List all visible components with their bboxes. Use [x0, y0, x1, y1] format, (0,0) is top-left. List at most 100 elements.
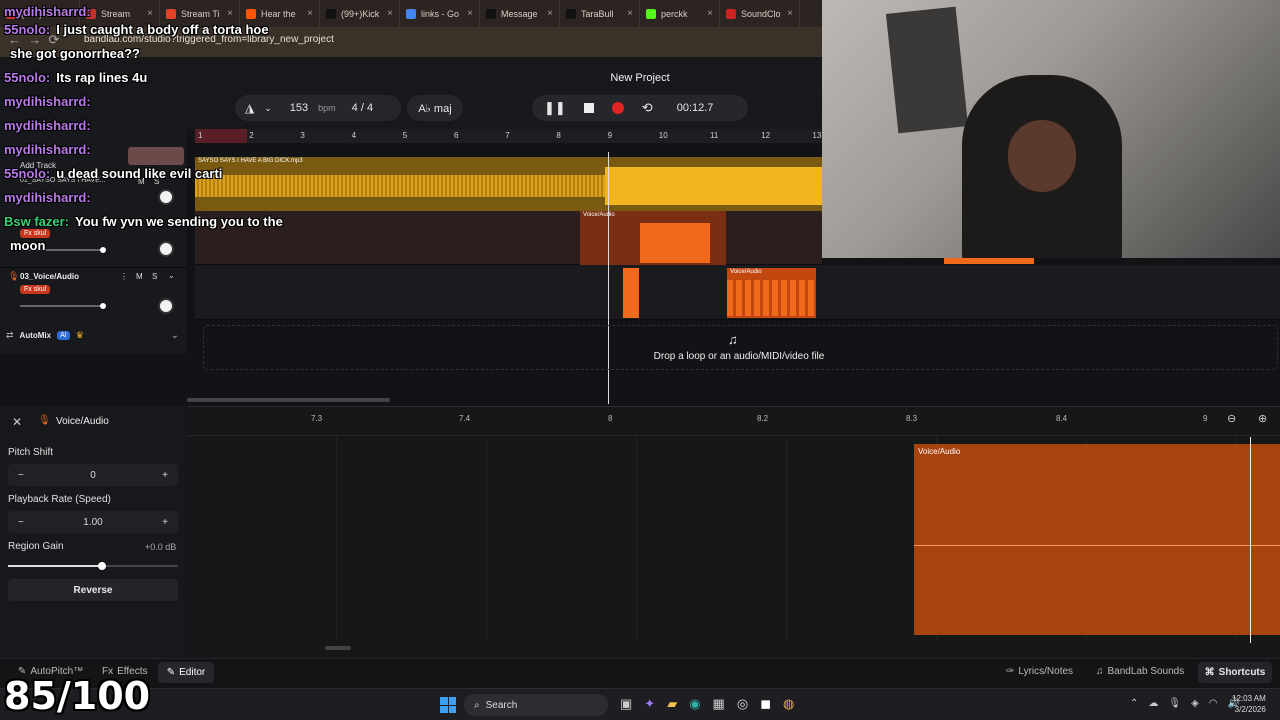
- capcut-icon[interactable]: ◼: [760, 696, 771, 712]
- pencil-icon: ✎: [166, 667, 176, 678]
- tab-close-icon[interactable]: ×: [387, 8, 393, 19]
- shortcuts-label: Shortcuts: [1218, 667, 1266, 678]
- track-name[interactable]: 03_Voice/Audio: [20, 272, 79, 281]
- edge-icon[interactable]: ◉: [689, 696, 700, 712]
- taskbar-search[interactable]: ⌕ Search: [464, 694, 608, 716]
- browser-tab[interactable]: SoundClo ×: [720, 0, 800, 27]
- time-signature[interactable]: 4 / 4: [352, 102, 373, 114]
- close-icon[interactable]: ✕: [12, 415, 22, 429]
- browser-tab[interactable]: TaraBull ×: [560, 0, 640, 27]
- browser-tab[interactable]: perckk ×: [640, 0, 720, 27]
- bottom-toolbar: ✎ AutoPitch™ Fx Effects ✎ Editor ✑ Lyrics/No…: [0, 658, 1280, 688]
- chevron-down-icon[interactable]: ⌄: [171, 330, 179, 341]
- editor-playhead[interactable]: [1250, 437, 1251, 643]
- record-icon[interactable]: [611, 102, 624, 114]
- playback-rate-stepper[interactable]: − 1.00 +: [8, 511, 178, 533]
- bar-number: 7: [505, 131, 510, 140]
- editor-ruler[interactable]: 7.3 7.4 8 8.2 8.3 8.4 9 ⊖ ⊕: [187, 406, 1280, 436]
- chevron-down-icon[interactable]: ⌄: [168, 271, 175, 280]
- horizontal-scrollbar[interactable]: [187, 398, 390, 402]
- wifi-icon[interactable]: ◠: [1209, 698, 1218, 709]
- chrome-icon[interactable]: ◍: [783, 696, 794, 712]
- audio-region-3a[interactable]: [623, 268, 639, 318]
- tab-close-icon[interactable]: ×: [627, 8, 633, 19]
- zoom-in-icon[interactable]: ⊕: [1258, 412, 1267, 425]
- bar-number: 4: [351, 131, 357, 140]
- solo-button[interactable]: S: [152, 272, 157, 281]
- pitch-shift-label: Pitch Shift: [8, 447, 54, 458]
- bar-number: 10: [658, 131, 668, 140]
- cloud-icon[interactable]: ☁: [1148, 698, 1158, 709]
- score-overlay: 85/100: [4, 674, 151, 718]
- tab-close-icon[interactable]: ×: [787, 8, 793, 19]
- audio-region-3b[interactable]: Voice/Audio: [727, 268, 816, 318]
- bandlab-sounds-button[interactable]: ♫ BandLab Sounds: [1096, 666, 1184, 677]
- rate-value[interactable]: 1.00: [83, 517, 102, 528]
- plus-icon[interactable]: +: [162, 517, 168, 528]
- search-icon: ⌕: [474, 699, 480, 711]
- mic-tray-icon[interactable]: 🎙: [1168, 698, 1181, 709]
- chat-message: Bsw fazer: You fw yvn we sending you to t…: [4, 214, 283, 229]
- browser-tab[interactable]: links - Go ×: [400, 0, 480, 27]
- pitch-shift-stepper[interactable]: − 0 +: [8, 464, 178, 486]
- mute-button[interactable]: M: [136, 272, 143, 281]
- fx-badge[interactable]: Fx skul: [20, 285, 51, 294]
- editor-audio-region[interactable]: Voice/Audio: [914, 444, 1280, 635]
- chat-message: 55nolo: u dead sound like evil carti: [4, 166, 222, 181]
- minus-icon[interactable]: −: [18, 470, 24, 481]
- loop-icon[interactable]: ⟲: [642, 100, 653, 116]
- gain-slider-thumb[interactable]: [97, 562, 106, 570]
- location-icon[interactable]: ◈: [1191, 698, 1199, 709]
- copilot-icon[interactable]: ✦: [644, 696, 655, 712]
- zoom-out-icon[interactable]: ⊖: [1227, 412, 1236, 425]
- key-selector[interactable]: A♭ maj: [407, 95, 463, 121]
- task-view-icon[interactable]: ▣: [620, 696, 632, 712]
- store-icon[interactable]: ▦: [713, 696, 725, 712]
- tab-close-icon[interactable]: ×: [547, 8, 553, 19]
- drop-zone[interactable]: ♫ Drop a loop or an audio/MIDI/video fil…: [203, 325, 1278, 370]
- editor-track-name: Voice/Audio: [56, 416, 109, 427]
- windows-start-icon[interactable]: [440, 697, 456, 713]
- pitch-value[interactable]: 0: [90, 470, 96, 481]
- pen-icon: ✑: [1006, 666, 1015, 677]
- chevron-up-icon[interactable]: ⌃: [1130, 698, 1138, 709]
- streamer-face: [1008, 120, 1076, 192]
- editor-ruler-label: 8.4: [1056, 414, 1068, 423]
- plus-icon[interactable]: +: [162, 470, 168, 481]
- tab-label: (99+)Kick: [341, 8, 380, 19]
- region-sliver[interactable]: [944, 258, 1034, 264]
- tab-label: Message: [501, 8, 538, 19]
- chat-message: mydihisharrd:: [4, 118, 97, 133]
- audio-region-2[interactable]: Voice/Audio: [580, 211, 726, 265]
- volume-slider[interactable]: [20, 303, 106, 309]
- lyrics-button[interactable]: ✑ Lyrics/Notes: [1006, 666, 1073, 677]
- clock[interactable]: 12:03 AM 3/2/2026: [1232, 693, 1266, 715]
- automix-row[interactable]: ⇄ AutoMix AI ♛ ⌄: [0, 324, 187, 346]
- chat-text: u dead sound like evil carti: [56, 166, 223, 181]
- tab-close-icon[interactable]: ×: [707, 8, 713, 19]
- track-lane-3[interactable]: Voice/Audio: [195, 265, 1280, 320]
- chat-text: Its rap lines 4u: [56, 70, 148, 85]
- chat-message: mydihisharrd:: [4, 190, 97, 205]
- tab-close-icon[interactable]: ×: [467, 8, 473, 19]
- file-explorer-icon[interactable]: ▰: [667, 696, 677, 712]
- project-title[interactable]: New Project: [560, 72, 720, 84]
- shortcuts-button[interactable]: ⌘ Shortcuts: [1198, 662, 1272, 683]
- track-header-3[interactable]: 🎙 03_Voice/Audio ⋮ M S ⌄ Fx skul: [0, 267, 187, 321]
- reverse-button[interactable]: Reverse: [8, 579, 178, 601]
- more-icon[interactable]: ⋮: [120, 272, 128, 281]
- minus-icon[interactable]: −: [18, 517, 24, 528]
- obs-icon[interactable]: ◎: [737, 696, 748, 712]
- chat-text: moon: [10, 238, 46, 253]
- browser-tab[interactable]: Message ×: [480, 0, 560, 27]
- pan-knob[interactable]: [158, 298, 174, 314]
- bar-number: 13: [812, 131, 822, 140]
- pause-icon[interactable]: ❚❚: [544, 100, 566, 116]
- chat-username: mydihisharrd:: [4, 4, 91, 19]
- editor-scrollbar[interactable]: [325, 646, 351, 650]
- editor-tab-button[interactable]: ✎ Editor: [158, 662, 214, 683]
- clock-date: 3/2/2026: [1234, 705, 1266, 714]
- stop-icon[interactable]: [583, 103, 594, 113]
- gain-slider[interactable]: [8, 562, 178, 570]
- region-gain-value: +0.0 dB: [145, 542, 177, 552]
